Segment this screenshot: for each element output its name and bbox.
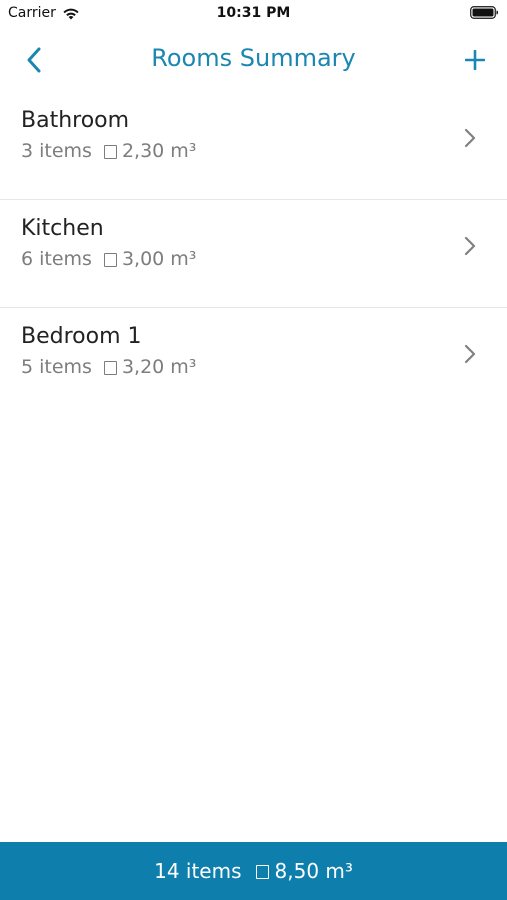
room-summary: 3 items 2,30 m³ (21, 140, 196, 162)
room-name: Kitchen (21, 216, 104, 241)
room-item-count: 5 items (21, 356, 92, 378)
plus-icon (465, 50, 485, 70)
rooms-list: Bathroom 3 items 2,30 m³ Kitchen 6 items… (0, 92, 507, 415)
total-volume: 8,50 m³ (274, 859, 353, 883)
room-row-bathroom[interactable]: Bathroom 3 items 2,30 m³ (0, 92, 507, 200)
totals-footer: 14 items 8,50 m³ (0, 842, 507, 900)
room-row-kitchen[interactable]: Kitchen 6 items 3,00 m³ (0, 200, 507, 308)
box-icon (103, 361, 117, 375)
room-volume: 3,20 m³ (121, 356, 197, 378)
room-volume: 3,00 m³ (121, 248, 197, 270)
chevron-right-icon (464, 128, 476, 148)
page-title: Rooms Summary (151, 44, 356, 72)
navigation-bar: Rooms Summary (0, 28, 507, 92)
room-volume: 2,30 m³ (121, 140, 197, 162)
room-summary: 5 items 3,20 m³ (21, 356, 196, 378)
room-name: Bedroom 1 (21, 324, 142, 349)
status-time: 10:31 PM (216, 5, 291, 21)
room-item-count: 6 items (21, 248, 92, 270)
room-name: Bathroom (21, 108, 130, 133)
chevron-right-icon (464, 344, 476, 364)
box-icon (103, 253, 117, 267)
box-icon (255, 865, 269, 879)
add-room-button[interactable] (459, 44, 491, 76)
room-summary: 6 items 3,00 m³ (21, 248, 196, 270)
room-item-count: 3 items (21, 140, 92, 162)
room-row-bedroom-1[interactable]: Bedroom 1 5 items 3,20 m³ (0, 308, 507, 415)
chevron-right-icon (464, 236, 476, 256)
box-icon (103, 145, 117, 159)
status-bar: Carrier 10:31 PM (0, 0, 507, 28)
battery-icon (470, 6, 498, 19)
total-item-count: 14 items (154, 859, 242, 883)
